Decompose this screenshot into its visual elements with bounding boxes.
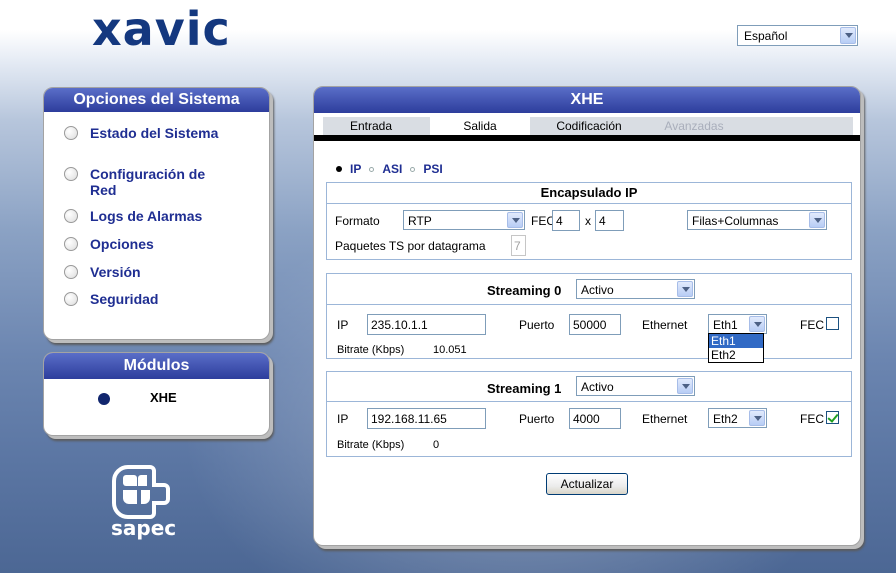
radio-icon[interactable] — [64, 126, 78, 140]
streaming1-fec-label: FEC — [800, 412, 824, 426]
ethernet-dropdown-list[interactable]: Eth1 Eth2 — [708, 333, 764, 363]
xhe-panel: XHE Entrada Salida Codificación Avanzada… — [313, 86, 861, 546]
chevron-down-icon[interactable] — [677, 378, 693, 394]
chevron-down-icon[interactable] — [809, 212, 825, 228]
xhe-panel-title: XHE — [314, 87, 860, 113]
streaming0-port-input[interactable]: 50000 — [569, 314, 621, 335]
sidebar-item-label: Seguridad — [90, 291, 159, 307]
tab-bar: Entrada Salida Codificación Avanzadas — [314, 113, 860, 141]
system-options-panel: Opciones del Sistema Estado del Sistema … — [43, 87, 270, 340]
streaming1-ethernet-value: Eth2 — [713, 412, 738, 426]
packets-input: 7 — [511, 235, 526, 256]
streaming0-fec-checkbox[interactable] — [826, 317, 839, 330]
radio-ip-label: IP — [350, 162, 362, 176]
radio-icon[interactable] — [64, 292, 78, 306]
divider — [327, 203, 851, 204]
divider — [327, 304, 851, 305]
streaming0-ip-label: IP — [337, 318, 349, 332]
streaming0-title: Streaming 0 — [487, 283, 562, 298]
streaming0-ethernet-label: Ethernet — [642, 318, 688, 332]
ethernet-option-eth1[interactable]: Eth1 — [709, 334, 763, 348]
streaming0-bitrate-label: Bitrate (Kbps) — [337, 344, 405, 356]
module-item-xhe[interactable]: XHE — [150, 390, 177, 405]
streaming1-title: Streaming 1 — [487, 381, 562, 396]
radio-asi[interactable] — [369, 166, 375, 172]
format-label: Formato — [335, 214, 380, 228]
packets-label: Paquetes TS por datagrama — [335, 239, 486, 253]
streaming1-port-label: Puerto — [519, 412, 555, 426]
chevron-down-icon[interactable] — [749, 410, 765, 426]
radio-psi[interactable] — [410, 166, 416, 172]
radio-icon[interactable] — [64, 265, 78, 279]
update-button[interactable]: Actualizar — [546, 473, 628, 495]
streaming0-ip-input[interactable]: 235.10.1.1 — [367, 314, 486, 335]
streaming1-status-select[interactable]: Activo — [576, 376, 695, 396]
streaming1-box: Streaming 1 Activo IP 192.168.11.65 Puer… — [326, 371, 852, 457]
streaming0-fec-label: FEC — [800, 318, 824, 332]
fec-times-label: x — [585, 214, 591, 228]
sidebar-item-label: Opciones — [90, 236, 154, 252]
ethernet-option-eth2[interactable]: Eth2 — [709, 348, 763, 362]
sidebar-item-system-status[interactable]: Estado del Sistema — [64, 125, 218, 141]
fec-rows-input[interactable]: 4 — [552, 210, 580, 231]
sidebar-item-label: Configuración de Red — [90, 166, 206, 198]
format-select[interactable]: RTP — [403, 210, 525, 230]
streaming0-port-label: Puerto — [519, 318, 555, 332]
sidebar-item-alarm-logs[interactable]: Logs de Alarmas — [64, 208, 202, 224]
tab-entrada[interactable]: Entrada — [333, 117, 409, 135]
streaming1-port-input[interactable]: 4000 — [569, 408, 621, 429]
tab-salida[interactable]: Salida — [430, 117, 530, 135]
sidebar-item-label: Versión — [90, 264, 141, 280]
fec-mode-select-value: Filas+Columnas — [692, 214, 779, 228]
encapsulation-box: Encapsulado IP Formato RTP FEC 4 x 4 Fil… — [326, 182, 852, 260]
radio-icon[interactable] — [64, 209, 78, 223]
tab-underline — [314, 135, 860, 141]
divider — [327, 401, 851, 402]
language-select-value: Español — [744, 29, 788, 43]
status-dot-icon — [98, 393, 110, 405]
streaming1-status-value: Activo — [581, 380, 614, 394]
radio-icon[interactable] — [64, 167, 78, 181]
streaming0-ethernet-select[interactable]: Eth1 — [708, 314, 767, 334]
radio-psi-label: PSI — [423, 162, 443, 176]
chevron-down-icon[interactable] — [507, 212, 523, 228]
sidebar-item-label: Logs de Alarmas — [90, 208, 203, 224]
streaming1-bitrate-label: Bitrate (Kbps) — [337, 439, 405, 451]
xavic-logo: xavic — [92, 2, 231, 56]
language-select[interactable]: Español — [737, 25, 858, 46]
chevron-down-icon[interactable] — [749, 316, 765, 332]
streaming0-box: Streaming 0 Activo IP 235.10.1.1 Puerto … — [326, 273, 852, 359]
streaming1-ip-input[interactable]: 192.168.11.65 — [367, 408, 486, 429]
sapec-logo-text: sapec — [111, 516, 177, 540]
sidebar-item-network-config[interactable]: Configuración de Red — [64, 166, 234, 198]
system-options-title: Opciones del Sistema — [44, 88, 269, 112]
format-select-value: RTP — [408, 214, 432, 228]
chevron-down-icon[interactable] — [840, 27, 856, 44]
sidebar-item-version[interactable]: Versión — [64, 264, 141, 280]
encapsulation-title: Encapsulado IP — [540, 185, 638, 200]
fec-cols-input[interactable]: 4 — [595, 210, 624, 231]
chevron-down-icon[interactable] — [677, 281, 693, 297]
modules-panel: Módulos XHE — [43, 352, 270, 436]
sidebar-item-label: Estado del Sistema — [90, 125, 219, 141]
streaming1-ethernet-label: Ethernet — [642, 412, 688, 426]
modules-title: Módulos — [44, 353, 269, 379]
streaming0-bitrate-value: 10.051 — [433, 344, 467, 356]
radio-icon[interactable] — [64, 237, 78, 251]
tab-avanzadas: Avanzadas — [664, 119, 724, 133]
streaming1-ip-label: IP — [337, 412, 349, 426]
sidebar-item-security[interactable]: Seguridad — [64, 291, 158, 307]
sidebar-item-options[interactable]: Opciones — [64, 236, 154, 252]
radio-ip[interactable] — [336, 166, 342, 172]
streaming0-ethernet-value: Eth1 — [713, 318, 738, 332]
fec-mode-select[interactable]: Filas+Columnas — [687, 210, 827, 230]
streaming1-ethernet-select[interactable]: Eth2 — [708, 408, 767, 428]
streaming1-bitrate-value: 0 — [433, 439, 440, 451]
tab-codificacion[interactable]: Codificación — [542, 117, 636, 135]
radio-asi-label: ASI — [382, 162, 403, 176]
streaming0-status-value: Activo — [581, 283, 614, 297]
output-type-group: IP ASI PSI — [336, 162, 443, 176]
streaming1-fec-checkbox[interactable] — [826, 411, 839, 424]
streaming0-status-select[interactable]: Activo — [576, 279, 695, 299]
